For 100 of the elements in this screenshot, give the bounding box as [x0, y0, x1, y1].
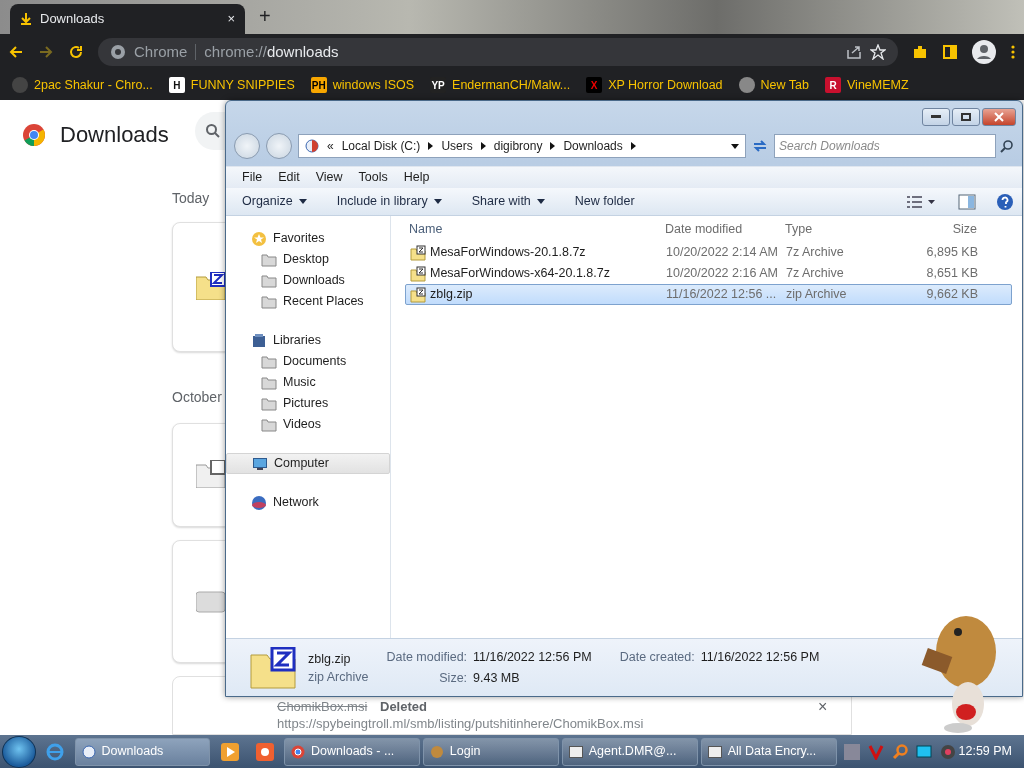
- back-icon[interactable]: [8, 44, 24, 60]
- arrow-right-icon[interactable]: [630, 142, 636, 150]
- nav-item[interactable]: Favorites: [226, 228, 390, 249]
- column-header[interactable]: Type: [785, 219, 905, 239]
- arrow-right-icon[interactable]: [428, 142, 434, 150]
- minimize-button[interactable]: [922, 108, 950, 126]
- menu-item[interactable]: Tools: [350, 168, 396, 187]
- section-heading: October: [172, 388, 222, 407]
- bookmark-link[interactable]: 2pac Shakur - Chro...: [12, 75, 153, 95]
- column-header[interactable]: Name: [405, 219, 665, 239]
- file-date: 10/20/2022 2:14 AM: [666, 244, 779, 262]
- column-header[interactable]: Date modified: [665, 219, 785, 239]
- taskbar-button[interactable]: All Data Encry...: [700, 737, 837, 766]
- toolbar-button[interactable]: Include in library: [328, 192, 450, 211]
- nav-item[interactable]: Pictures: [226, 393, 390, 414]
- browser-tab[interactable]: Downloads ×: [10, 4, 245, 34]
- close-icon: [994, 112, 1004, 122]
- file-row[interactable]: zblg.zip 11/16/2022 12:56 ... zip Archive 9,662 KB: [405, 284, 1012, 305]
- address-bar[interactable]: « Local Disk (C:) Users digibrony Downloads: [298, 134, 746, 158]
- toolbar-button[interactable]: New folder: [566, 192, 643, 211]
- taskbar-button[interactable]: Downloads - ...: [283, 737, 420, 766]
- monitor-icon[interactable]: [915, 743, 932, 760]
- nav-item[interactable]: Music: [226, 372, 390, 393]
- close-button[interactable]: [982, 108, 1016, 126]
- nav-item[interactable]: Libraries: [226, 330, 390, 351]
- nav-item[interactable]: Downloads: [226, 270, 390, 291]
- nav-item[interactable]: Videos: [226, 414, 390, 435]
- file-size: 6,895 KB: [925, 244, 978, 262]
- search-icon[interactable]: [891, 743, 908, 760]
- folder-icon: [261, 374, 277, 391]
- menu-item[interactable]: Edit: [270, 168, 308, 187]
- file-row[interactable]: MesaForWindows-20.1.8.7z 10/20/2022 2:14 AM 7z Archive 6,895 KB: [405, 242, 1012, 263]
- nav-item[interactable]: Network: [226, 492, 390, 513]
- check-mark-icon[interactable]: [867, 743, 884, 760]
- tab-close-button[interactable]: ×: [227, 9, 235, 29]
- nav-item[interactable]: Recent Places: [226, 291, 390, 312]
- logo-icon: PH: [310, 77, 327, 93]
- reload-icon[interactable]: [68, 44, 84, 60]
- folder-icon: [261, 251, 277, 268]
- bookmark-link[interactable]: New Tab: [738, 75, 809, 95]
- breadcrumb-chevron[interactable]: «: [327, 137, 334, 155]
- section-heading: Today: [172, 189, 210, 208]
- file-name: ChomikBox.msi: [277, 698, 368, 716]
- taskbar-button[interactable]: Login: [422, 737, 559, 766]
- search-field[interactable]: [195, 112, 225, 150]
- view-options-icon[interactable]: [906, 194, 936, 209]
- breadcrumb-item[interactable]: digibrony: [493, 137, 543, 155]
- bookmark-link[interactable]: R VineMEMZ: [825, 75, 909, 95]
- side-panel-icon[interactable]: [942, 44, 958, 60]
- file-name: MesaForWindows-x64-20.1.8.7z: [430, 265, 610, 283]
- star-icon[interactable]: [870, 44, 886, 60]
- menu-icon[interactable]: [1010, 44, 1016, 60]
- toolbar-button[interactable]: Organize: [234, 192, 315, 211]
- close-button[interactable]: ×: [818, 699, 828, 715]
- folder-icon: [261, 272, 277, 289]
- breadcrumb-item[interactable]: Users: [441, 137, 473, 155]
- url-text: chrome://downloads: [204, 41, 339, 62]
- file-type: 7z Archive: [786, 265, 845, 283]
- folder-icon: [261, 353, 277, 370]
- nav-item[interactable]: Desktop: [226, 249, 390, 270]
- toolbar-button[interactable]: Share with: [463, 192, 553, 211]
- search-icon: [1000, 139, 1014, 153]
- nav-item[interactable]: Documents: [226, 351, 390, 372]
- menu-item[interactable]: View: [307, 168, 351, 187]
- new-tab-button[interactable]: +: [253, 0, 277, 32]
- profile-avatar-icon[interactable]: [972, 40, 996, 64]
- maximize-button[interactable]: [952, 108, 980, 126]
- address-bar[interactable]: Chrome chrome://downloads: [98, 38, 898, 66]
- arrow-right-icon[interactable]: [550, 142, 556, 150]
- window-icon: [707, 745, 722, 758]
- bookmark-link[interactable]: X XP Horror Download: [586, 75, 723, 95]
- help-icon[interactable]: [996, 192, 1014, 211]
- bookmark-link[interactable]: YP EndermanCH/Malw...: [430, 75, 571, 95]
- minimize-icon: [931, 115, 941, 119]
- menu-item[interactable]: File: [234, 168, 271, 187]
- refresh-icon[interactable]: [752, 138, 768, 154]
- file-date: 11/16/2022 12:56 ...: [666, 286, 778, 304]
- page-title: Downloads: [60, 121, 169, 149]
- folder-location-icon: [305, 138, 319, 154]
- breadcrumb-item[interactable]: Local Disk (C:): [341, 137, 421, 155]
- nav-item[interactable]: Computer: [226, 453, 390, 474]
- column-header[interactable]: Size: [905, 219, 977, 239]
- forward-icon[interactable]: [38, 44, 54, 60]
- file-name: zblg.zip: [430, 286, 473, 304]
- start-button[interactable]: [2, 735, 37, 768]
- logo-icon: H: [168, 77, 185, 93]
- folder-icon: [261, 395, 277, 412]
- share-icon[interactable]: [846, 44, 862, 60]
- puzzle-piece-icon[interactable]: [912, 44, 928, 60]
- breadcrumb-item[interactable]: Downloads: [563, 137, 623, 155]
- zip-file-icon: [250, 646, 296, 689]
- search-field[interactable]: Search Downloads: [774, 134, 996, 158]
- taskbar-button[interactable]: Agent.DMR@...: [561, 737, 698, 766]
- menu-item[interactable]: Help: [395, 168, 438, 187]
- bookmark-link[interactable]: PH windows ISOS: [310, 75, 415, 95]
- file-row[interactable]: MesaForWindows-x64-20.1.8.7z 10/20/2022 2:16 AM 7z Archive 8,651 KB: [405, 263, 1012, 284]
- bookmark-link[interactable]: H FUNNY SNIPPIES: [168, 75, 295, 95]
- tab-title: Downloads: [40, 10, 106, 29]
- arrow-right-icon[interactable]: [480, 142, 486, 150]
- dropdown-caret-icon[interactable]: [731, 143, 739, 149]
